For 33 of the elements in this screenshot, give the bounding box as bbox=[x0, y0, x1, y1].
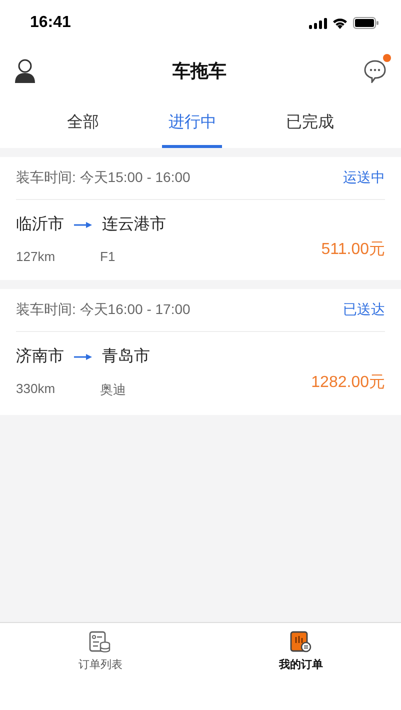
list-icon bbox=[89, 631, 112, 653]
wifi-icon bbox=[332, 17, 348, 29]
person-icon bbox=[14, 59, 36, 83]
load-time: 装车时间: 今天16:00 - 17:00 bbox=[16, 301, 190, 319]
destination-city: 连云港市 bbox=[102, 214, 166, 235]
origin-city: 济南市 bbox=[16, 346, 64, 367]
order-status: 已送达 bbox=[343, 301, 385, 319]
order-card[interactable]: 装车时间: 今天16:00 - 17:00 已送达 济南市 青岛市 330km 奥迪 1282.00元 bbox=[0, 289, 401, 415]
chat-bubble-icon bbox=[363, 59, 387, 83]
order-icon bbox=[290, 631, 312, 653]
arrow-icon bbox=[74, 354, 92, 360]
signal-icon bbox=[309, 18, 327, 28]
distance: 127km bbox=[16, 249, 56, 264]
vehicle-model: F1 bbox=[100, 249, 116, 264]
battery-icon bbox=[353, 17, 379, 29]
filter-tab[interactable]: 已完成 bbox=[280, 100, 340, 148]
filter-tab[interactable]: 进行中 bbox=[162, 100, 222, 148]
profile-button[interactable] bbox=[12, 57, 38, 85]
status-time: 16:41 bbox=[30, 14, 71, 32]
nav-tab[interactable]: 我的订单 bbox=[200, 631, 401, 672]
load-time: 装车时间: 今天15:00 - 16:00 bbox=[16, 169, 190, 187]
order-price: 1282.00元 bbox=[311, 373, 385, 393]
nav-tab[interactable]: 订单列表 bbox=[0, 631, 200, 672]
page-title: 车拖车 bbox=[172, 60, 226, 83]
arrow-icon bbox=[74, 222, 92, 228]
vehicle-model: 奥迪 bbox=[100, 381, 126, 399]
order-price: 511.00元 bbox=[321, 240, 385, 260]
order-card[interactable]: 装车时间: 今天15:00 - 16:00 运送中 临沂市 连云港市 127km F1 511.00元 bbox=[0, 157, 401, 280]
distance: 330km bbox=[16, 381, 56, 398]
order-status: 运送中 bbox=[343, 169, 385, 187]
origin-city: 临沂市 bbox=[16, 214, 64, 235]
filter-tab[interactable]: 全部 bbox=[60, 100, 105, 148]
destination-city: 青岛市 bbox=[102, 346, 150, 367]
